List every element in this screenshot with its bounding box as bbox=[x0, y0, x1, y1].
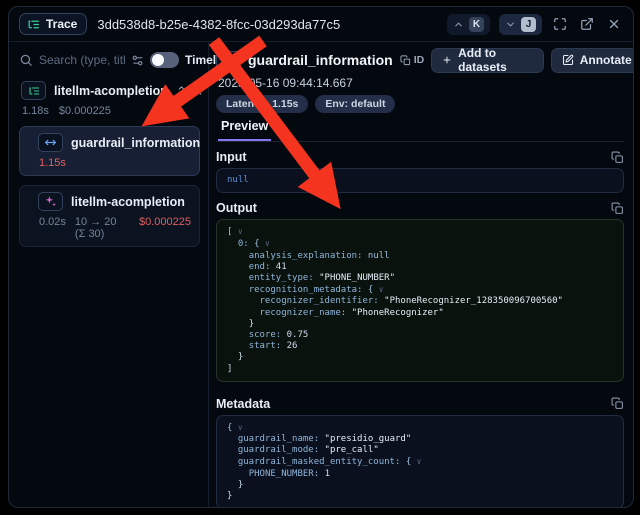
toggle-knob bbox=[152, 54, 164, 66]
copy-id-button[interactable]: ID bbox=[400, 54, 425, 66]
trace-root-icon bbox=[21, 81, 46, 100]
output-code-block: [ ∨ 0: { ∨ analysis_explanation: null en… bbox=[216, 219, 624, 382]
span-arrows-icon bbox=[216, 51, 241, 70]
input-section-title: Input bbox=[216, 150, 247, 164]
close-button[interactable] bbox=[605, 15, 623, 33]
timeline-toggle[interactable] bbox=[150, 52, 179, 68]
item-tokens: 10 → 20 (Σ 30) bbox=[75, 216, 130, 240]
output-section-title: Output bbox=[216, 201, 257, 215]
observation-badges: Latency: 1.15s Env: default bbox=[216, 95, 624, 113]
filter-sliders-icon[interactable] bbox=[131, 54, 144, 67]
item-latency: 1.15s bbox=[39, 157, 66, 169]
chevron-down-icon bbox=[505, 19, 516, 30]
metadata-section-header: Metadata bbox=[216, 397, 624, 411]
tab-preview[interactable]: Preview bbox=[218, 119, 271, 141]
detail-tabs: Preview bbox=[216, 119, 624, 142]
observation-timestamp: 2025-05-16 09:44:14.667 bbox=[218, 76, 624, 90]
add-to-datasets-label: Add to datasets bbox=[458, 46, 533, 74]
input-section-header: Input bbox=[216, 150, 624, 164]
copy-metadata-button[interactable] bbox=[611, 397, 624, 410]
tree-search-row: Search (type, titl Timeline bbox=[19, 52, 200, 68]
top-bar-actions: K J bbox=[447, 14, 623, 35]
trace-detail-window: Trace 3dd538d8-b25e-4382-8fcc-03d293da77… bbox=[8, 6, 634, 508]
observation-header: guardrail_information ID Add to datasets… bbox=[216, 48, 624, 72]
tree-fold-controls bbox=[176, 85, 204, 96]
annotate-label: Annotate bbox=[580, 53, 632, 67]
copy-icon bbox=[611, 202, 624, 215]
square-pen-icon bbox=[562, 54, 574, 66]
open-external-button[interactable] bbox=[578, 15, 596, 33]
tree-root-item[interactable]: litellm-acompletion bbox=[19, 81, 200, 100]
observation-title: guardrail_information bbox=[248, 52, 393, 68]
tree-item-guardrail-information[interactable]: guardrail_information 1.15s bbox=[19, 126, 200, 176]
tree-item-label: litellm-acompletion bbox=[71, 195, 185, 209]
span-arrows-icon bbox=[38, 133, 63, 152]
close-icon bbox=[607, 17, 621, 31]
chevron-up-icon bbox=[453, 19, 464, 30]
copy-output-button[interactable] bbox=[611, 202, 624, 215]
env-badge: Env: default bbox=[315, 95, 395, 113]
metadata-section-title: Metadata bbox=[216, 397, 270, 411]
shortcut-key-k: K bbox=[469, 17, 484, 32]
trace-type-badge: Trace bbox=[19, 13, 87, 35]
trace-tree: litellm-acompletion 1.18s $0.000225 bbox=[19, 81, 200, 247]
trace-tree-sidebar: Search (type, titl Timeline litellm-acom… bbox=[9, 42, 209, 508]
chevrons-fold-icon[interactable] bbox=[193, 85, 204, 96]
observation-actions: Add to datasets Annotate bbox=[431, 48, 633, 73]
copy-icon bbox=[611, 151, 624, 164]
top-bar: Trace 3dd538d8-b25e-4382-8fcc-03d293da77… bbox=[9, 7, 633, 42]
tree-root-stats: 1.18s $0.000225 bbox=[22, 105, 200, 117]
maximize-icon bbox=[553, 17, 567, 31]
observation-detail-panel: guardrail_information ID Add to datasets… bbox=[209, 42, 633, 508]
copy-icon bbox=[400, 55, 411, 66]
search-input[interactable]: Search (type, titl bbox=[39, 53, 125, 67]
item-cost: $0.000225 bbox=[139, 216, 191, 240]
tree-root-label: litellm-acompletion bbox=[54, 84, 168, 98]
root-cost: $0.000225 bbox=[59, 105, 111, 117]
add-to-datasets-button[interactable]: Add to datasets bbox=[431, 48, 544, 73]
search-icon bbox=[19, 53, 33, 67]
root-latency: 1.18s bbox=[22, 105, 49, 117]
shortcut-key-j: J bbox=[521, 17, 536, 32]
latency-badge: Latency: 1.15s bbox=[216, 95, 308, 113]
item-latency: 0.02s bbox=[39, 216, 66, 240]
output-section-header: Output bbox=[216, 201, 624, 215]
copy-input-button[interactable] bbox=[611, 151, 624, 164]
plus-icon bbox=[442, 54, 452, 66]
generation-sparkle-icon bbox=[38, 192, 63, 211]
external-link-icon bbox=[580, 17, 594, 31]
annotate-button[interactable]: Annotate bbox=[552, 49, 633, 72]
next-item-button[interactable]: J bbox=[499, 14, 542, 35]
id-label: ID bbox=[414, 54, 425, 66]
list-tree-icon bbox=[27, 18, 40, 31]
tree-item-litellm-acompletion[interactable]: litellm-acompletion 0.02s 10 → 20 (Σ 30)… bbox=[19, 185, 200, 247]
trace-id: 3dd538d8-b25e-4382-8fcc-03d293da77c5 bbox=[97, 17, 340, 32]
maximize-button[interactable] bbox=[551, 15, 569, 33]
metadata-code-block: { ∨ guardrail_name: "presidio_guard" gua… bbox=[216, 415, 624, 508]
copy-icon bbox=[611, 397, 624, 410]
trace-badge-label: Trace bbox=[46, 17, 77, 31]
chevrons-up-icon[interactable] bbox=[176, 85, 187, 96]
previous-item-button[interactable]: K bbox=[447, 14, 490, 35]
annotate-split-button: Annotate bbox=[551, 48, 633, 73]
input-code-block: null bbox=[216, 168, 624, 193]
tree-item-label: guardrail_information bbox=[71, 136, 200, 150]
